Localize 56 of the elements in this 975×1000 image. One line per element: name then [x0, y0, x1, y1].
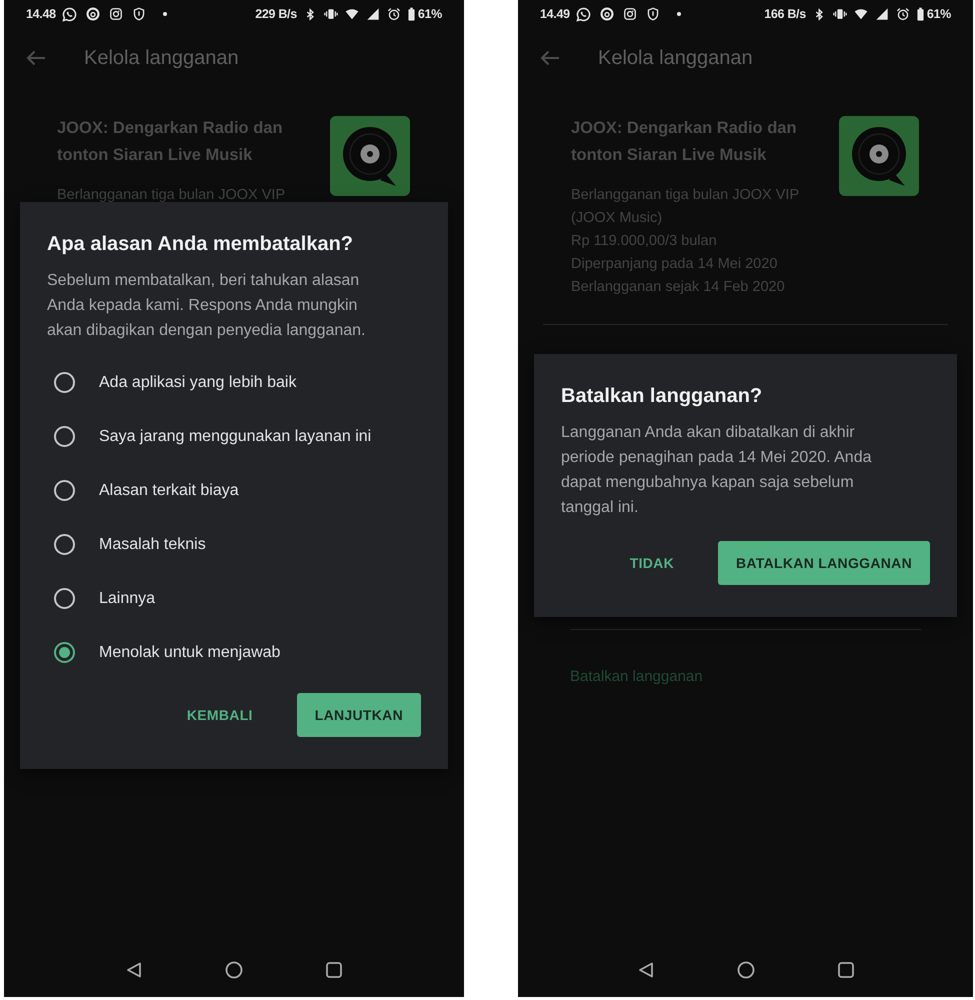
- app-name: JOOX: Dengarkan Radio dan tonton Siaran Live Musik: [571, 118, 798, 166]
- camera-icon: [108, 7, 123, 21]
- primary-button[interactable]: LANJUTKAN: [296, 692, 421, 736]
- dot-icon: [676, 12, 681, 16]
- radio-button[interactable]: [54, 588, 75, 609]
- dialog-title: Batalkan langganan?: [561, 384, 764, 408]
- status-time: 14.48: [26, 7, 56, 21]
- battery-percentage: 61%: [418, 7, 442, 21]
- dot-icon: [162, 12, 167, 16]
- chat-bubble-icon: [62, 6, 77, 22]
- dialog-message: Langganan Anda akan dibatalkan di akhir periode penagihan pada 14 Mei 2020. Anda dapat mengubahnya kapan saja sebelum tanggal ini.: [561, 422, 872, 518]
- radio-button[interactable]: [54, 534, 75, 555]
- battery-percentage: 61%: [926, 7, 951, 21]
- ring-icon: [86, 7, 100, 21]
- vibrate-icon: [324, 7, 338, 21]
- vibrate-icon: [832, 7, 847, 21]
- shield-icon: [646, 7, 660, 21]
- radio-button[interactable]: [54, 372, 75, 393]
- option-label: Alasan terkait biaya: [99, 482, 239, 500]
- page-title: Kelola langganan: [84, 46, 239, 70]
- radio-button[interactable]: [54, 426, 75, 447]
- option-label: Saya jarang menggunakan layanan ini: [99, 428, 372, 446]
- status-time: 14.49: [540, 7, 570, 21]
- nav-back-icon[interactable]: [636, 961, 654, 979]
- home-icon[interactable]: [225, 961, 243, 979]
- app-name: JOOX: Dengarkan Radio dan tonton Siaran Live Musik: [57, 118, 284, 166]
- secondary-button[interactable]: TIDAK: [618, 540, 686, 584]
- page-title: Kelola langganan: [598, 46, 753, 70]
- network-speed: 166 B/s: [764, 7, 806, 21]
- option-label: Ada aplikasi yang lebih baik: [99, 374, 296, 392]
- battery-icon: [916, 7, 924, 21]
- alarm-clock-icon: [386, 7, 401, 21]
- nav-back-icon[interactable]: [125, 961, 143, 979]
- wifi-icon: [344, 7, 359, 21]
- dialog-title: Apa alasan Anda membatalkan?: [47, 232, 354, 256]
- shield-icon: [132, 7, 146, 21]
- dialog-message: Sebelum membatalkan, beri tahukan alasan Anda kepada kami. Respons Anda mungkin akan dibagikan dengan penyedia langganan.: [47, 270, 366, 340]
- radio-button[interactable]: [54, 480, 75, 501]
- signal-icon: [874, 7, 889, 21]
- option-label: Lainnya: [99, 590, 156, 608]
- secondary-button[interactable]: KEMBALI: [174, 692, 265, 736]
- camera-icon: [622, 7, 637, 21]
- option-label: Masalah teknis: [99, 536, 206, 554]
- option-label: Menolak untuk menjawab: [99, 644, 280, 662]
- signal-icon: [366, 7, 380, 21]
- recents-icon[interactable]: [325, 961, 343, 979]
- battery-icon: [408, 7, 415, 21]
- wifi-icon: [854, 7, 868, 21]
- recents-icon[interactable]: [836, 961, 854, 979]
- alarm-clock-icon: [896, 7, 910, 21]
- network-speed: 229 B/s: [255, 7, 297, 21]
- home-icon[interactable]: [736, 961, 754, 979]
- primary-button[interactable]: BATALKAN LANGGANAN: [718, 540, 930, 584]
- radio-button[interactable]: [54, 642, 75, 663]
- chat-bubble-icon: [576, 6, 591, 22]
- ring-icon: [600, 7, 614, 21]
